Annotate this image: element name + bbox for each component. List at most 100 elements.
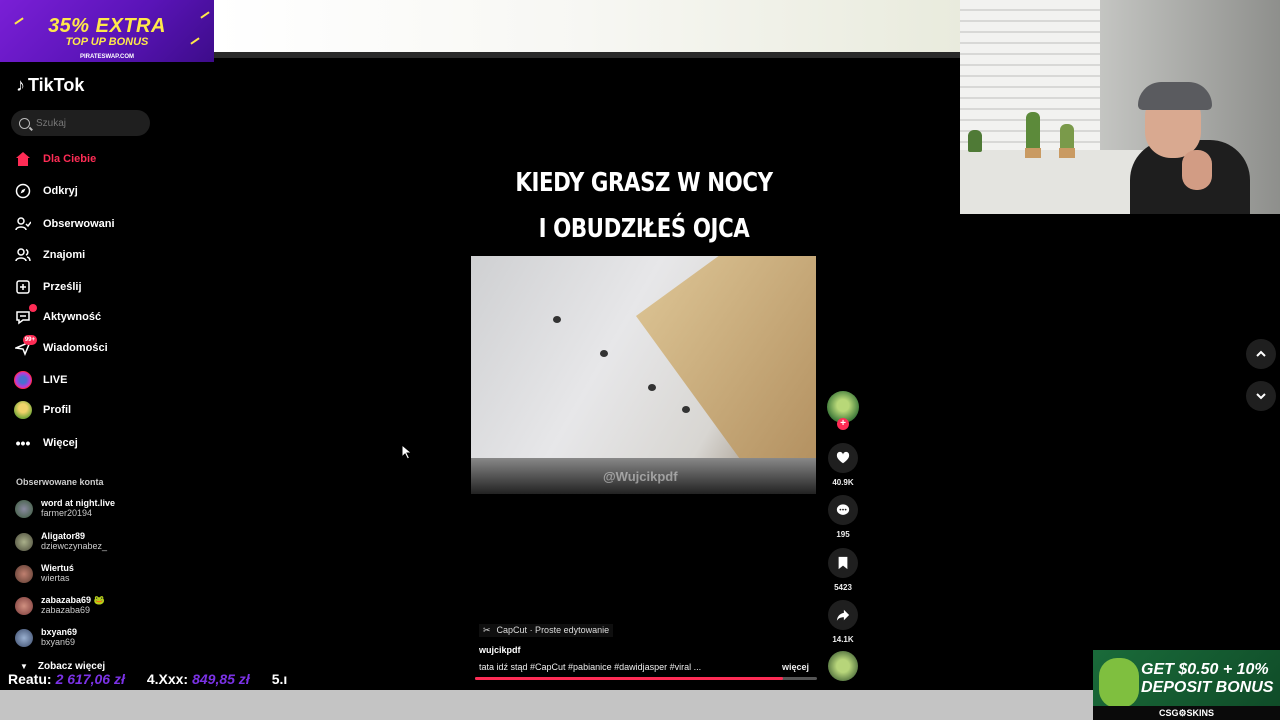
home-icon	[14, 150, 32, 168]
tiktok-logo[interactable]: ♪ TikTok	[16, 76, 84, 94]
promo-banner-top: 35% EXTRA TOP UP BONUS PIRATESWAP.COM	[0, 0, 214, 62]
share-action[interactable]: 14.1K	[828, 600, 858, 644]
video-description: tata idź stąd #CapCut #pabianice #dawidj…	[479, 662, 702, 672]
chevron-down-icon	[1256, 393, 1266, 400]
live-avatar	[14, 371, 32, 389]
activity-badge	[29, 304, 37, 312]
tiktok-logo-text: TikTok	[28, 75, 85, 95]
video-caption-line1: KIEDY GRASZ W NOCY	[515, 168, 773, 198]
chevron-up-icon	[1256, 350, 1266, 357]
followed-account[interactable]: zabazaba69 🐸 zabazaba69	[15, 596, 105, 615]
ticker-value-1: 2 617,06 zł	[55, 671, 125, 687]
compass-icon	[14, 182, 32, 200]
video-player[interactable]: @Wujcikpdf	[471, 256, 816, 494]
promo-bottom-line2: DEPOSIT BONUS	[1141, 679, 1274, 696]
nav-messages[interactable]: 99+ Wiadomości	[14, 335, 108, 357]
mascot-icon	[1099, 658, 1139, 708]
follow-plus-icon[interactable]: +	[837, 418, 849, 430]
video-info: ✂ CapCut · Proste edytowanie wujcikpdf t…	[479, 620, 809, 672]
profile-icon	[14, 401, 32, 419]
promo-subline: TOP UP BONUS	[65, 36, 149, 48]
person-cap	[1138, 82, 1212, 110]
nav-label: LIVE	[43, 373, 68, 386]
promo-bottom-line1: GET $0.50 + 10%	[1141, 661, 1269, 678]
live-icon	[14, 371, 32, 389]
friends-icon	[14, 246, 32, 264]
tiktok-sidebar: ♪ TikTok Dla Ciebie Odkryj Obserwowani Z…	[0, 62, 214, 672]
search-input[interactable]	[36, 117, 136, 129]
share-count: 14.1K	[832, 635, 854, 644]
previous-video-button[interactable]	[1246, 339, 1276, 369]
nav-profile[interactable]: Profil	[14, 401, 71, 419]
cactus-plant	[1026, 112, 1040, 152]
video-author[interactable]: wujcikpdf	[479, 646, 809, 655]
nav-activity[interactable]: Aktywność	[14, 304, 102, 326]
nav-following[interactable]: Obserwowani	[14, 215, 115, 233]
search-bar[interactable]	[11, 110, 150, 136]
followed-account[interactable]: word at night.live farmer20194	[15, 499, 115, 518]
account-name: bxyan69	[41, 627, 78, 637]
followed-account[interactable]: bxyan69 bxyan69	[15, 628, 77, 647]
nav-label: Wiadomości	[43, 341, 108, 354]
share-icon[interactable]	[828, 600, 858, 630]
account-handle: dziewczynabez_	[41, 541, 108, 551]
account-name: zabazaba69 🐸	[41, 595, 105, 605]
more-icon: •••	[15, 435, 31, 451]
comment-count: 195	[836, 530, 850, 539]
nav-label: Profil	[43, 403, 72, 416]
account-handle: bxyan69	[41, 637, 76, 647]
search-icon	[19, 117, 30, 129]
nav-label: Aktywność	[43, 310, 102, 323]
followed-account[interactable]: Aligator89 dziewczynabez_	[15, 532, 107, 551]
nav-upload[interactable]: Prześlij	[14, 278, 82, 296]
ceiling-light	[600, 350, 608, 357]
account-avatar	[15, 564, 33, 583]
promo-domain: PIRATESWAP.COM	[79, 54, 135, 60]
account-handle: zabazaba69	[41, 605, 91, 615]
following-icon	[14, 215, 32, 233]
nav-label: Obserwowani	[43, 217, 115, 230]
save-action[interactable]: 5423	[828, 548, 858, 592]
nav-more[interactable]: ••• Więcej	[14, 434, 78, 452]
promo-bottom-brand: CSG⚙SKINS	[1093, 706, 1280, 720]
save-count: 5423	[834, 583, 852, 592]
account-avatar	[15, 532, 33, 551]
nav-for-you[interactable]: Dla Ciebie	[14, 150, 96, 168]
video-progress-bar[interactable]	[475, 677, 817, 680]
plant	[968, 130, 982, 152]
upload-icon	[14, 278, 32, 296]
nav-label: Odkryj	[43, 184, 78, 197]
ticker-label-1: Reatu:	[8, 671, 52, 687]
capcut-tag[interactable]: ✂ CapCut · Proste edytowanie	[479, 624, 614, 637]
activity-icon	[14, 304, 37, 326]
account-avatar	[15, 628, 33, 647]
nav-live[interactable]: LIVE	[14, 371, 67, 389]
streamer-webcam	[960, 0, 1280, 214]
next-video-button[interactable]	[1246, 381, 1276, 411]
donation-ticker: Reatu: 2 617,06 zł 4.Xxx: 849,85 zł 5.ı	[0, 669, 320, 689]
bottom-overlay-bar	[0, 690, 1280, 720]
music-disc-icon[interactable]	[828, 651, 858, 681]
ceiling-light	[553, 316, 561, 323]
followed-account[interactable]: Wiertuś wiertas	[15, 564, 74, 583]
nav-friends[interactable]: Znajomi	[14, 246, 85, 264]
nav-explore[interactable]: Odkryj	[14, 182, 78, 200]
person-hand	[1182, 150, 1212, 190]
nav-label: Prześlij	[43, 280, 82, 293]
nav-label: Znajomi	[43, 248, 86, 261]
more-link[interactable]: więcej	[782, 663, 809, 672]
ticker-label-3: 5.ı	[271, 671, 288, 687]
account-name: word at night.live	[41, 498, 116, 508]
comment-action[interactable]: 195	[828, 495, 858, 539]
heart-icon[interactable]	[828, 443, 858, 473]
top-window-edge	[214, 52, 960, 58]
comment-icon[interactable]	[828, 495, 858, 525]
promo-banner-bottom: GET $0.50 + 10% DEPOSIT BONUS CSG⚙SKINS	[1093, 650, 1280, 720]
ceiling-light	[648, 384, 656, 391]
account-name: Wiertuś	[41, 563, 74, 573]
like-action[interactable]: 40.9K	[828, 443, 858, 487]
video-caption-line2: I OBUDZIŁEŚ OJCA	[538, 214, 750, 244]
capcut-icon: ✂	[483, 625, 491, 635]
account-avatar	[15, 499, 33, 518]
bookmark-icon[interactable]	[828, 548, 858, 578]
